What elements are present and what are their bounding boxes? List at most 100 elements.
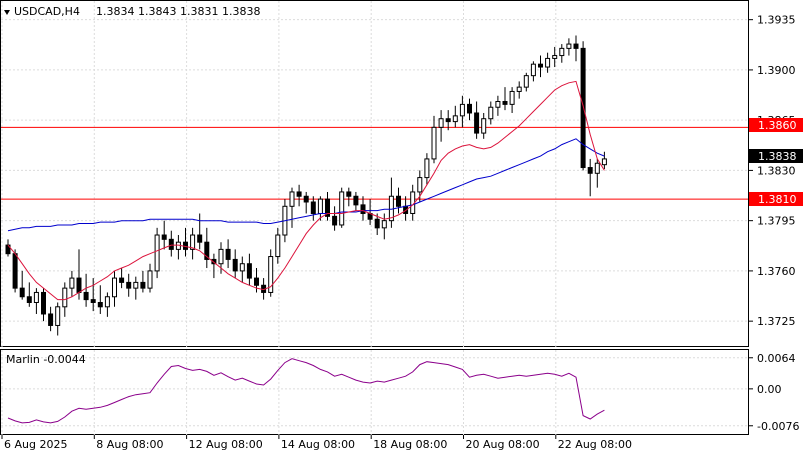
candle <box>48 306 54 332</box>
candle <box>467 98 472 121</box>
candle <box>495 95 501 116</box>
candle <box>126 273 132 297</box>
time-tick-label: 20 Aug 08:00 <box>466 438 540 451</box>
candle-body-bull <box>438 118 444 128</box>
candle <box>538 55 543 78</box>
candle <box>310 196 316 221</box>
marlin-line <box>7 358 605 424</box>
slow-ma-line <box>7 138 605 232</box>
price-tick-label: 1.3900 <box>757 64 796 77</box>
candle-body-bear <box>76 277 82 293</box>
candle <box>204 227 210 269</box>
candle-body-bear <box>26 296 32 303</box>
candle <box>232 249 238 279</box>
candle <box>431 115 437 164</box>
current-price-tag: 1.3838 <box>758 150 797 163</box>
candle-body-bull <box>459 103 465 117</box>
candle-body-bear <box>168 238 174 250</box>
chart-window[interactable]: 1.39351.39001.38651.38301.37951.37601.37… <box>0 0 806 456</box>
candle-body-bear <box>48 313 54 326</box>
candle-body-bull <box>239 263 245 272</box>
candle <box>424 153 430 185</box>
fast-ma-line <box>7 80 605 301</box>
candle <box>246 253 252 286</box>
candle-body-bull <box>545 57 551 68</box>
candle <box>33 288 39 314</box>
indicator-axis: 0.0064 0.00 -0.0076 <box>749 352 799 433</box>
candle-body-bull <box>55 306 61 326</box>
candle <box>353 191 359 211</box>
candle-body-bull <box>452 115 458 123</box>
candle <box>183 227 188 257</box>
candle <box>112 270 117 307</box>
candle-body-bull <box>154 234 160 272</box>
candle <box>388 177 394 228</box>
price-tick-label: 1.3760 <box>757 265 796 278</box>
marlin-oscillator <box>7 358 605 424</box>
candle <box>509 87 515 113</box>
candle-body-bull <box>381 220 387 229</box>
candle-body-bull <box>488 106 494 120</box>
candle <box>239 256 245 283</box>
candle <box>346 187 352 207</box>
candle-body-bear <box>197 234 203 243</box>
candle <box>296 184 302 207</box>
candle <box>97 285 103 314</box>
time-axis[interactable]: 6 Aug 2025 8 Aug 08:00 12 Aug 08:00 14 Aug … <box>1 435 632 451</box>
menu-triangle-icon[interactable] <box>4 10 10 15</box>
horizontal-levels[interactable] <box>1 126 748 200</box>
candle <box>559 44 565 63</box>
candle-body-bear <box>12 253 18 289</box>
candle <box>502 87 508 111</box>
indicator-tick-label: 0.00 <box>757 383 782 396</box>
candle-body-bear <box>396 195 401 207</box>
candle-body-bull <box>481 118 487 134</box>
time-tick-label: 14 Aug 08:00 <box>281 438 355 451</box>
price-tick-label: 1.3830 <box>757 164 796 177</box>
level-label-lower: 1.3810 <box>758 193 797 206</box>
candle <box>325 191 330 221</box>
candle-body-bear <box>573 43 579 49</box>
candle-body-bull <box>566 43 572 49</box>
candle <box>481 112 487 139</box>
price-tick-label: 1.3935 <box>757 14 796 27</box>
candle <box>175 235 181 260</box>
time-tick-label: 6 Aug 2025 <box>4 438 67 451</box>
chart-canvas[interactable]: 1.39351.39001.38651.38301.37951.37601.37… <box>0 0 806 456</box>
candlestick-series <box>5 35 607 336</box>
candle <box>332 206 338 231</box>
price-axis[interactable]: 1.39351.39001.38651.38301.37951.37601.37… <box>749 14 796 328</box>
candle <box>516 81 522 99</box>
candle-body-bear <box>161 234 167 240</box>
candle <box>211 253 217 279</box>
candle <box>225 239 231 269</box>
candle <box>587 158 593 197</box>
candle-body-bull <box>431 126 437 160</box>
candle <box>83 273 89 307</box>
candle-body-bull <box>516 86 522 92</box>
candle-body-bull <box>133 281 139 289</box>
candle-body-bear <box>140 281 146 289</box>
candle-body-bull <box>417 177 423 193</box>
candle-body-bear <box>580 47 586 169</box>
candle <box>474 101 480 139</box>
candle <box>339 187 345 228</box>
candle <box>360 196 366 221</box>
candle-body-bull <box>289 191 295 207</box>
time-tick-label: 22 Aug 08:00 <box>558 438 632 451</box>
candle-body-bear <box>254 277 259 286</box>
candle <box>396 187 401 214</box>
indicator-label: Marlin -0.0044 <box>6 353 86 366</box>
candle-body-bull <box>523 75 529 88</box>
candle-body-bear <box>126 281 132 289</box>
candle-body-bear <box>119 277 125 283</box>
candle-body-bear <box>502 100 508 105</box>
candle-body-bear <box>538 63 543 68</box>
candle <box>190 227 196 260</box>
candle <box>566 38 572 56</box>
candle <box>104 292 110 317</box>
candle-body-bear <box>296 191 302 197</box>
symbol-label: USDCAD,H4 <box>14 5 80 18</box>
candle <box>26 282 32 307</box>
candle-body-bull <box>147 270 153 289</box>
